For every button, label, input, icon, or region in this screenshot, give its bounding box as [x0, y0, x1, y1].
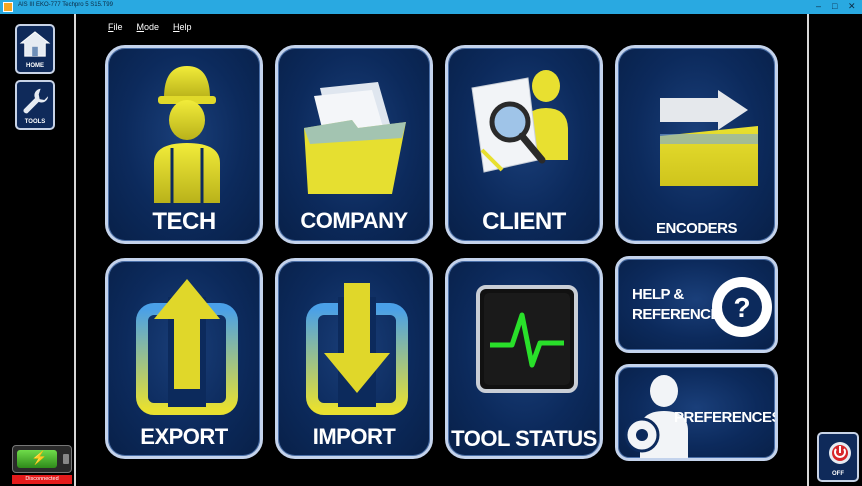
power-icon — [829, 442, 851, 464]
home-label: HOME — [26, 63, 44, 69]
import-label: IMPORT — [312, 424, 396, 449]
preferences-tile[interactable]: PREFERENCES — [615, 364, 778, 461]
export-arrow-icon — [136, 279, 238, 415]
client-search-icon — [471, 70, 568, 173]
close-icon[interactable]: ✕ — [848, 1, 856, 12]
heartbeat-monitor-icon — [476, 285, 578, 393]
home-button[interactable]: HOME — [15, 24, 55, 74]
power-off-button[interactable]: OFF — [817, 432, 859, 482]
battery-charging-icon: ⚡ — [12, 445, 72, 473]
menu-bar: File Mode Help — [108, 22, 192, 32]
tools-button[interactable]: TOOLS — [15, 80, 55, 130]
client-label: CLIENT — [482, 208, 566, 235]
tool-status-label: TOOL STATUS — [451, 426, 597, 451]
power-off-label: OFF — [832, 471, 844, 477]
import-tile[interactable]: IMPORT — [275, 258, 433, 459]
title-bar: AIS III EKO-777 Techpro 5 S15.T99 – □ ✕ — [0, 0, 862, 14]
folder-icon — [304, 82, 406, 194]
export-tile[interactable]: EXPORT — [105, 258, 263, 459]
app-icon — [3, 2, 13, 12]
right-panel — [808, 14, 862, 486]
question-icon: ? — [712, 277, 772, 337]
company-label: COMPANY — [300, 208, 408, 233]
tech-label: TECH — [152, 208, 216, 235]
minimize-icon[interactable]: – — [816, 1, 821, 11]
home-icon — [19, 31, 51, 57]
company-tile[interactable]: COMPANY — [275, 45, 433, 244]
export-label: EXPORT — [140, 424, 228, 449]
encoders-tile[interactable]: ENCODERS — [615, 45, 778, 244]
tech-tile[interactable]: TECH — [105, 45, 263, 244]
help-label-line2: REFERENCE — [632, 306, 721, 323]
import-arrow-icon — [306, 283, 408, 415]
svg-text:?: ? — [733, 292, 750, 323]
connection-status: Disconnected — [12, 475, 72, 484]
maximize-icon[interactable]: □ — [832, 1, 837, 11]
help-reference-tile[interactable]: HELP & REFERENCE ? — [615, 256, 778, 353]
wrench-icon — [23, 88, 49, 114]
tools-label: TOOLS — [24, 119, 46, 125]
technician-icon — [154, 66, 220, 203]
menu-help[interactable]: Help — [173, 22, 192, 32]
right-divider — [807, 14, 809, 486]
encoders-label: ENCODERS — [655, 220, 738, 237]
left-divider — [74, 14, 76, 486]
tool-status-tile[interactable]: TOOL STATUS — [445, 258, 603, 459]
client-tile[interactable]: CLIENT — [445, 45, 603, 244]
menu-mode[interactable]: Mode — [137, 22, 160, 32]
menu-file[interactable]: File — [108, 22, 123, 32]
encoder-ruler-icon — [660, 90, 758, 186]
help-label-line1: HELP & — [632, 286, 684, 303]
window-title: AIS III EKO-777 Techpro 5 S15.T99 — [18, 2, 113, 8]
preferences-label: PREFERENCES — [674, 409, 778, 426]
